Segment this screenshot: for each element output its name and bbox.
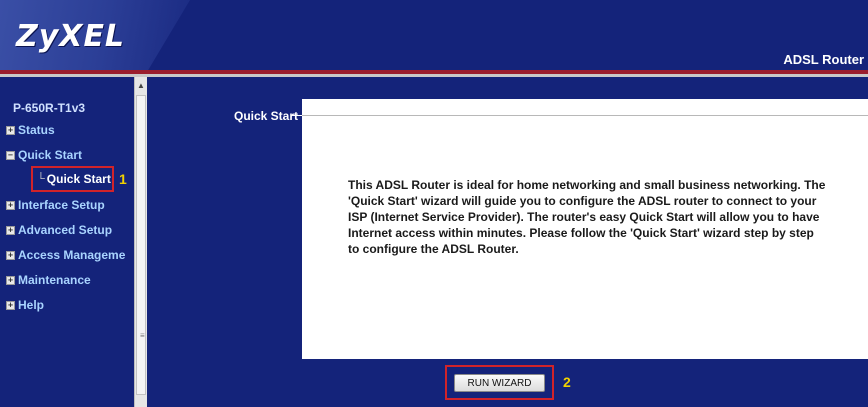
- sidebar-item-label: Interface Setup: [18, 198, 105, 212]
- sidebar-subitem-quick-start[interactable]: └ Quick Start: [31, 166, 114, 192]
- sidebar-item-status[interactable]: + Status: [6, 121, 55, 139]
- expand-icon[interactable]: +: [6, 275, 15, 285]
- expand-icon[interactable]: +: [6, 225, 15, 235]
- sidebar-item-label: Help: [18, 298, 45, 312]
- scrollbar-thumb[interactable]: ≡: [136, 95, 146, 395]
- expand-icon[interactable]: +: [6, 200, 15, 210]
- tree-elbow-icon: └: [37, 173, 45, 185]
- sidebar-item-label: Advanced Setup: [18, 223, 113, 237]
- grip-icon: ≡: [140, 331, 145, 340]
- run-wizard-button[interactable]: RUN WIZARD: [454, 374, 545, 392]
- sidebar-item-interface-setup[interactable]: + Interface Setup: [6, 196, 105, 214]
- header-bar: ZyXEL ADSL Router: [0, 0, 868, 70]
- sidebar-item-label: Status: [18, 123, 55, 137]
- sidebar-item-access-management[interactable]: + Access Manageme: [6, 246, 134, 264]
- step-marker-2: 2: [563, 374, 571, 390]
- sidebar-item-quick-start[interactable]: − Quick Start: [6, 146, 82, 164]
- sidebar-item-advanced-setup[interactable]: + Advanced Setup: [6, 221, 112, 239]
- content-panel: This ADSL Router is ideal for home netwo…: [302, 99, 868, 359]
- sidebar-item-label: Quick Start: [18, 148, 83, 162]
- sidebar-item-label: Maintenance: [18, 273, 91, 287]
- scroll-up-arrow-icon[interactable]: ▲: [135, 79, 147, 93]
- section-title: Quick Start: [234, 109, 299, 123]
- collapse-icon[interactable]: −: [6, 150, 15, 160]
- sidebar-item-help[interactable]: + Help: [6, 296, 44, 314]
- expand-icon[interactable]: +: [6, 125, 15, 135]
- expand-icon[interactable]: +: [6, 250, 15, 260]
- sidebar-item-maintenance[interactable]: + Maintenance: [6, 271, 91, 289]
- device-model: P-650R-T1v3: [13, 101, 86, 115]
- sidebar-subitem-label: Quick Start: [46, 172, 111, 186]
- panel-divider: [302, 115, 868, 116]
- zyxel-logo: ZyXEL: [16, 19, 126, 54]
- sidebar-scrollbar[interactable]: ▲ ≡: [134, 77, 147, 407]
- expand-icon[interactable]: +: [6, 300, 15, 310]
- sidebar-item-label: Access Manageme: [18, 248, 126, 262]
- step-marker-1: 1: [119, 171, 127, 187]
- product-name: ADSL Router: [783, 52, 864, 67]
- title-rule: [292, 115, 302, 116]
- quick-start-description: This ADSL Router is ideal for home netwo…: [348, 178, 826, 256]
